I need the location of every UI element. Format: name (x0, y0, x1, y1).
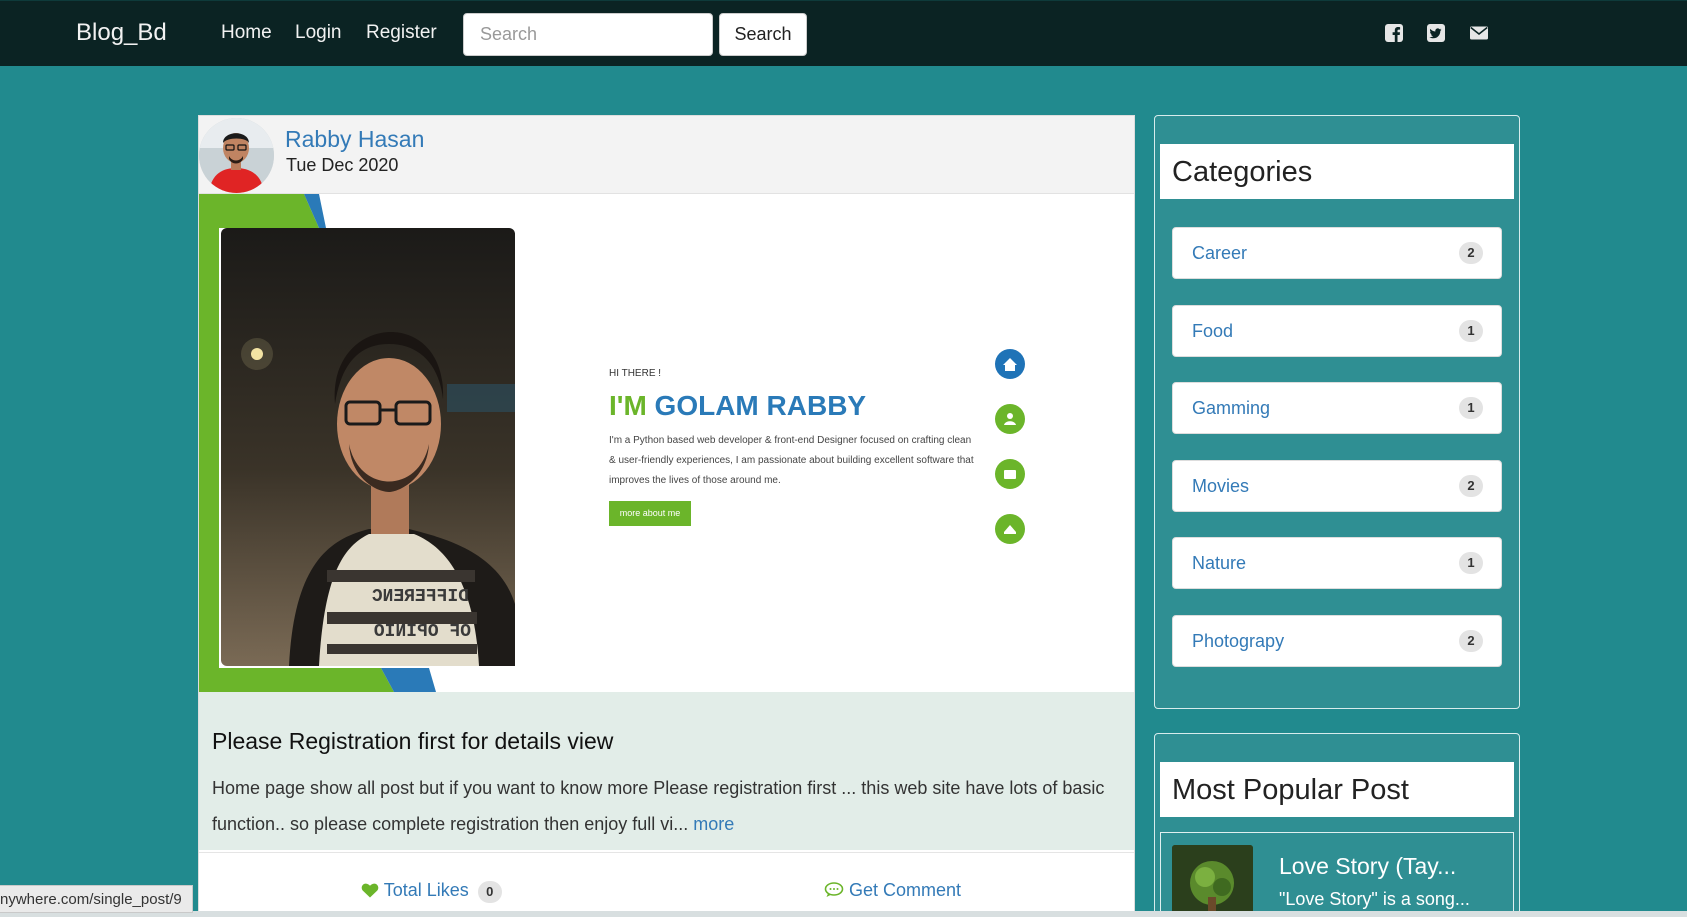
hero-name-prefix: I'M (609, 390, 647, 421)
post-excerpt: Home page show all post but if you want … (212, 770, 1112, 842)
category-count-badge: 1 (1459, 320, 1483, 342)
total-likes-label: Total Likes (383, 880, 469, 900)
hero-greeting: HI THERE ! (609, 368, 662, 379)
svg-text:DIFFERENC: DIFFERENC (372, 587, 469, 607)
category-name: Nature (1192, 553, 1247, 573)
category-name: Career (1192, 243, 1248, 263)
get-comment-label: Get Comment (849, 880, 962, 900)
post-excerpt-text: Home page show all post but if you want … (212, 778, 1105, 834)
nav-link-register[interactable]: Register (366, 22, 437, 44)
category-item-nature[interactable]: Nature 1 (1172, 537, 1502, 589)
popular-post-thumbnail (1172, 845, 1253, 917)
post-title: Please Registration first for details vi… (212, 728, 614, 754)
nav-link-home[interactable]: Home (221, 22, 272, 44)
top-navbar: Blog_Bd Home Login Register Search (0, 0, 1687, 66)
search-button[interactable]: Search (719, 13, 807, 56)
bottom-edge (0, 911, 1687, 917)
search-input[interactable] (463, 13, 713, 56)
hero-intro: I'm a Python based web developer & front… (609, 435, 974, 486)
post-header: Rabby Hasan Tue Dec 2020 (199, 116, 1134, 194)
category-count-badge: 1 (1459, 397, 1483, 419)
category-count-badge: 2 (1459, 630, 1483, 652)
hero-name: I'M GOLAM RABBY (609, 390, 866, 422)
popular-post-title: Love Story (Tay... (1279, 853, 1457, 879)
envelope-icon[interactable] (1469, 23, 1489, 43)
hero-about-button: more about me (609, 501, 691, 526)
post-card: Rabby Hasan Tue Dec 2020 DIFFERENC OF OP… (198, 115, 1135, 917)
category-count-badge: 2 (1459, 475, 1483, 497)
nav-link-login[interactable]: Login (295, 22, 342, 44)
more-link[interactable]: more (693, 814, 734, 834)
category-name: Food (1192, 321, 1234, 341)
post-body: Please Registration first for details vi… (199, 692, 1134, 850)
category-name: Gamming (1192, 398, 1271, 418)
category-item-movies[interactable]: Movies 2 (1172, 460, 1502, 512)
twitter-square-icon[interactable] (1426, 23, 1446, 43)
category-item-food[interactable]: Food 1 (1172, 305, 1502, 357)
category-name: Movies (1192, 476, 1250, 496)
svg-text:OF OPINIO: OF OPINIO (374, 622, 471, 642)
browser-status-bar: nywhere.com/single_post/9 (0, 885, 193, 913)
comment-icon (824, 882, 844, 897)
popular-posts-panel: Most Popular Post Love Story (Tay... "Lo… (1154, 733, 1520, 917)
category-count-badge: 1 (1459, 552, 1483, 574)
post-author[interactable]: Rabby Hasan (285, 126, 424, 153)
brand-logo[interactable]: Blog_Bd (76, 19, 167, 47)
categories-title: Categories (1160, 144, 1514, 199)
get-comment-button[interactable]: Get Comment (824, 880, 961, 901)
profile-photo: DIFFERENC OF OPINIO (221, 228, 515, 666)
side-icons (995, 349, 1025, 544)
post-image: DIFFERENC OF OPINIO HI THERE ! I'M GOLAM… (199, 194, 1134, 692)
author-avatar[interactable] (199, 118, 274, 193)
category-count-badge: 2 (1459, 242, 1483, 264)
category-item-career[interactable]: Career 2 (1172, 227, 1502, 279)
popular-post-item[interactable]: Love Story (Tay... "Love Story" is a son… (1160, 832, 1514, 917)
likes-count-badge: 0 (477, 881, 502, 903)
categories-panel: Categories Career 2 Food 1 Gamming 1 Mov… (1154, 115, 1520, 709)
popular-post-excerpt: "Love Story" is a song... (1279, 889, 1470, 909)
heart-icon (361, 883, 379, 898)
hero-name-text: GOLAM RABBY (654, 390, 867, 421)
popular-posts-title: Most Popular Post (1160, 762, 1514, 817)
post-footer: Total Likes 0 Get Comment (199, 852, 1134, 917)
category-item-photograpy[interactable]: Photograpy 2 (1172, 615, 1502, 667)
category-item-gamming[interactable]: Gamming 1 (1172, 382, 1502, 434)
total-likes-button[interactable]: Total Likes 0 (361, 880, 502, 903)
category-name: Photograpy (1192, 631, 1285, 651)
facebook-square-icon[interactable] (1384, 23, 1404, 43)
post-date: Tue Dec 2020 (286, 155, 399, 175)
